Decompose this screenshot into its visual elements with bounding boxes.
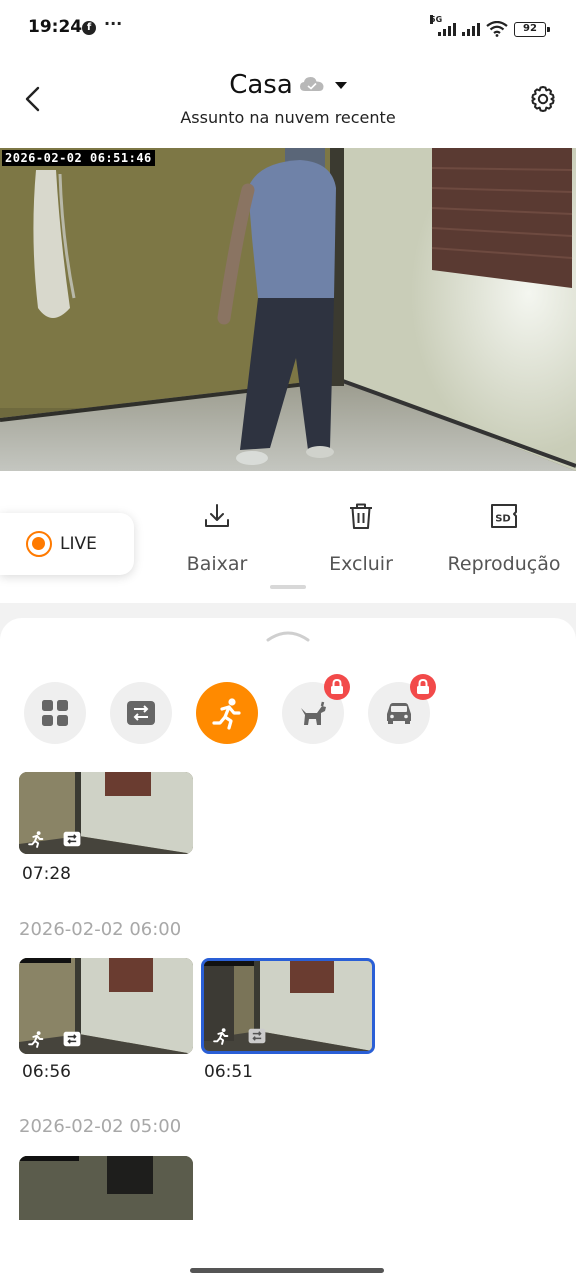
clip-thumbnail-image xyxy=(19,1156,193,1220)
event-clip-thumbnail[interactable] xyxy=(19,772,193,854)
clip-badges xyxy=(27,1030,81,1048)
chevron-up-icon[interactable] xyxy=(264,628,312,642)
live-button[interactable]: LIVE xyxy=(0,513,134,575)
action-bar: LIVE Baixar Excluir SD Reprodução xyxy=(0,471,576,603)
gear-icon xyxy=(531,86,555,112)
clip-time: 06:51 xyxy=(204,1062,253,1082)
video-frame xyxy=(0,148,576,471)
delete-label: Excluir xyxy=(329,553,393,575)
running-person-icon xyxy=(213,1028,229,1045)
home-indicator[interactable] xyxy=(190,1268,384,1273)
trash-icon xyxy=(350,503,372,529)
clip-time: 07:28 xyxy=(22,864,71,884)
filter-all-events[interactable] xyxy=(24,682,86,744)
filter-vehicle[interactable] xyxy=(368,674,436,744)
clip-badges xyxy=(27,830,81,848)
battery-level: 92 xyxy=(523,22,537,34)
event-clip-thumbnail-selected[interactable] xyxy=(201,958,375,1054)
frame-switch-icon xyxy=(248,1028,266,1044)
lock-icon xyxy=(410,674,436,700)
filter-person[interactable] xyxy=(196,682,258,744)
facebook-notification-icon: f xyxy=(82,21,96,35)
event-filters xyxy=(24,674,436,744)
record-icon xyxy=(26,531,52,557)
clip-group-label: 2026-02-02 05:00 xyxy=(19,1116,182,1137)
status-bar: 19:24 f ··· 5G 92 xyxy=(0,0,576,56)
grid-icon xyxy=(42,700,68,726)
status-indicators: 5G 92 xyxy=(430,15,550,40)
running-person-icon xyxy=(28,1031,44,1048)
network-type: 5G xyxy=(430,15,443,24)
download-button[interactable]: Baixar xyxy=(170,501,264,575)
running-person-icon xyxy=(212,698,241,730)
frame-switch-icon xyxy=(63,831,81,847)
frame-switch-icon xyxy=(127,701,155,725)
wifi-icon xyxy=(486,21,508,37)
frame-switch-icon xyxy=(63,1031,81,1047)
device-title-selector[interactable]: Casa xyxy=(0,70,576,100)
status-time: 19:24 xyxy=(28,17,83,37)
dog-icon xyxy=(301,701,326,725)
live-label: LIVE xyxy=(60,534,97,554)
header: Casa Assunto na nuvem recente xyxy=(0,56,576,148)
signal-5g-icon: 5G xyxy=(430,15,456,36)
signal-icon xyxy=(462,22,480,36)
chevron-down-icon xyxy=(334,81,347,89)
playback-button[interactable]: SD Reprodução xyxy=(440,501,568,575)
device-title: Casa xyxy=(229,70,293,100)
battery-icon: 92 xyxy=(514,21,550,37)
video-timestamp: 2026-02-02 06:51:46 xyxy=(2,150,155,166)
car-icon xyxy=(387,703,411,724)
download-label: Baixar xyxy=(186,553,248,575)
sd-card-text: SD xyxy=(495,514,511,525)
header-subtitle: Assunto na nuvem recente xyxy=(180,108,396,127)
settings-button[interactable] xyxy=(528,84,558,114)
sd-card-icon: SD xyxy=(491,504,517,528)
delete-button[interactable]: Excluir xyxy=(314,501,408,575)
more-notifications-icon: ··· xyxy=(104,14,123,33)
event-clip-thumbnail[interactable] xyxy=(19,958,193,1054)
filter-motion[interactable] xyxy=(110,682,172,744)
filter-pet[interactable] xyxy=(282,674,350,744)
event-clip-thumbnail[interactable] xyxy=(19,1156,193,1220)
video-player[interactable]: 2026-02-02 06:51:46 xyxy=(0,148,576,471)
running-person-icon xyxy=(28,831,44,848)
download-icon xyxy=(205,504,229,527)
lock-icon xyxy=(324,674,350,700)
drag-handle[interactable] xyxy=(270,585,306,589)
clip-badges xyxy=(212,1027,266,1045)
playback-label: Reprodução xyxy=(447,553,561,575)
clip-time: 06:56 xyxy=(22,1062,71,1082)
clip-group-label: 2026-02-02 06:00 xyxy=(19,919,182,940)
cloud-icon xyxy=(299,77,324,91)
